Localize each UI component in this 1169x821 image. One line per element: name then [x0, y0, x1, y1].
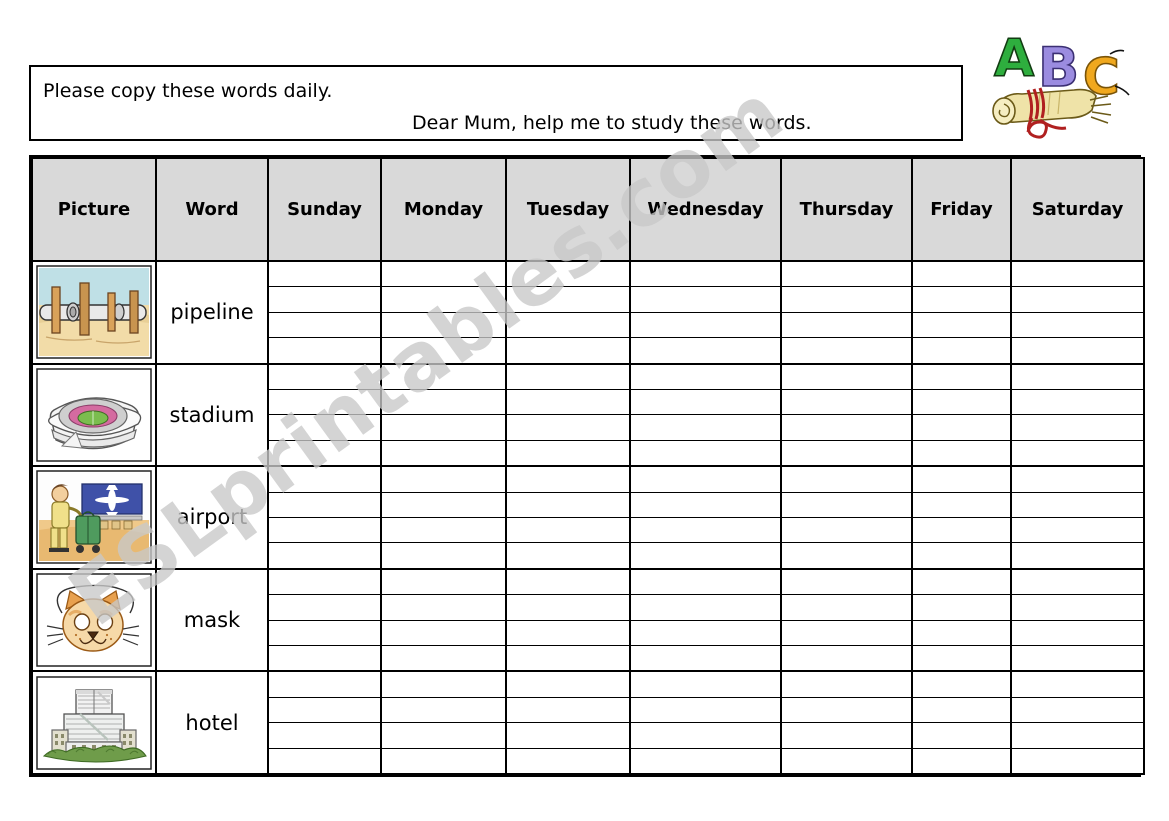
- practice-cell-pipeline-monday[interactable]: [380, 260, 507, 365]
- practice-cell-airport-monday[interactable]: [380, 465, 507, 570]
- practice-cell-airport-thursday[interactable]: [780, 465, 913, 570]
- instruction-line-1: Please copy these words daily.: [43, 80, 333, 102]
- practice-cell-mask-thursday[interactable]: [780, 567, 913, 673]
- picture-cell-pipeline: [31, 260, 157, 365]
- practice-cell-mask-friday[interactable]: [911, 567, 1012, 673]
- practice-cell-airport-tuesday[interactable]: [505, 465, 631, 570]
- column-header-word: Word: [155, 157, 269, 262]
- table-row: mask: [31, 567, 1145, 673]
- word-cell-airport: airport: [155, 465, 269, 570]
- practice-cell-mask-sunday[interactable]: [267, 567, 382, 673]
- picture-cell-stadium: [31, 362, 157, 468]
- practice-cell-mask-tuesday[interactable]: [505, 567, 631, 673]
- table-row: airport: [31, 465, 1145, 570]
- abc-scroll-clipart: A B C: [978, 14, 1148, 144]
- column-header-saturday: Saturday: [1010, 157, 1145, 262]
- column-header-thursday: Thursday: [780, 157, 913, 262]
- hotel-image: [36, 675, 152, 770]
- picture-cell-hotel: [31, 670, 157, 775]
- table-body: pipeline stadium airport mask hotel: [31, 260, 1145, 775]
- practice-cell-airport-sunday[interactable]: [267, 465, 382, 570]
- practice-cell-stadium-sunday[interactable]: [267, 362, 382, 468]
- practice-cell-airport-wednesday[interactable]: [629, 465, 782, 570]
- vocabulary-practice-table: Picture Word Sunday Monday Tuesday Wedne…: [29, 155, 1145, 777]
- practice-cell-pipeline-saturday[interactable]: [1010, 260, 1145, 365]
- practice-cell-hotel-friday[interactable]: [911, 670, 1012, 775]
- table-header-row: Picture Word Sunday Monday Tuesday Wedne…: [31, 157, 1145, 262]
- column-header-wednesday: Wednesday: [629, 157, 782, 262]
- practice-cell-stadium-thursday[interactable]: [780, 362, 913, 468]
- practice-cell-pipeline-friday[interactable]: [911, 260, 1012, 365]
- practice-cell-hotel-tuesday[interactable]: [505, 670, 631, 775]
- practice-cell-airport-saturday[interactable]: [1010, 465, 1145, 570]
- word-cell-mask: mask: [155, 567, 269, 673]
- scroll-icon: [992, 87, 1112, 139]
- practice-cell-hotel-monday[interactable]: [380, 670, 507, 775]
- stadium-image: [36, 368, 152, 462]
- instruction-box: Please copy these words daily. Dear Mum,…: [29, 65, 963, 141]
- worksheet-grid: Picture Word Sunday Monday Tuesday Wedne…: [31, 157, 1145, 775]
- practice-cell-pipeline-tuesday[interactable]: [505, 260, 631, 365]
- table-row: hotel: [31, 670, 1145, 775]
- column-header-monday: Monday: [380, 157, 507, 262]
- practice-cell-airport-friday[interactable]: [911, 465, 1012, 570]
- column-header-sunday: Sunday: [267, 157, 382, 262]
- practice-cell-mask-saturday[interactable]: [1010, 567, 1145, 673]
- letter-a-icon: A: [993, 28, 1035, 90]
- practice-cell-pipeline-thursday[interactable]: [780, 260, 913, 365]
- table-row: pipeline: [31, 260, 1145, 365]
- practice-cell-stadium-wednesday[interactable]: [629, 362, 782, 468]
- picture-cell-airport: [31, 465, 157, 570]
- word-cell-stadium: stadium: [155, 362, 269, 468]
- table-row: stadium: [31, 362, 1145, 468]
- practice-cell-hotel-sunday[interactable]: [267, 670, 382, 775]
- practice-cell-stadium-monday[interactable]: [380, 362, 507, 468]
- practice-cell-hotel-saturday[interactable]: [1010, 670, 1145, 775]
- picture-cell-mask: [31, 567, 157, 673]
- practice-cell-hotel-thursday[interactable]: [780, 670, 913, 775]
- practice-cell-stadium-saturday[interactable]: [1010, 362, 1145, 468]
- practice-cell-pipeline-sunday[interactable]: [267, 260, 382, 365]
- column-header-picture: Picture: [31, 157, 157, 262]
- practice-cell-stadium-tuesday[interactable]: [505, 362, 631, 468]
- svg-text:A: A: [994, 29, 1034, 89]
- word-cell-pipeline: pipeline: [155, 260, 269, 365]
- airport-image: [36, 470, 152, 565]
- pipeline-image: [36, 265, 152, 360]
- instruction-line-2: Dear Mum, help me to study these words.: [412, 112, 812, 134]
- mask-image: [36, 573, 152, 667]
- practice-cell-stadium-friday[interactable]: [911, 362, 1012, 468]
- column-header-friday: Friday: [911, 157, 1012, 262]
- practice-cell-pipeline-wednesday[interactable]: [629, 260, 782, 365]
- practice-cell-mask-monday[interactable]: [380, 567, 507, 673]
- practice-cell-mask-wednesday[interactable]: [629, 567, 782, 673]
- practice-cell-hotel-wednesday[interactable]: [629, 670, 782, 775]
- column-header-tuesday: Tuesday: [505, 157, 631, 262]
- word-cell-hotel: hotel: [155, 670, 269, 775]
